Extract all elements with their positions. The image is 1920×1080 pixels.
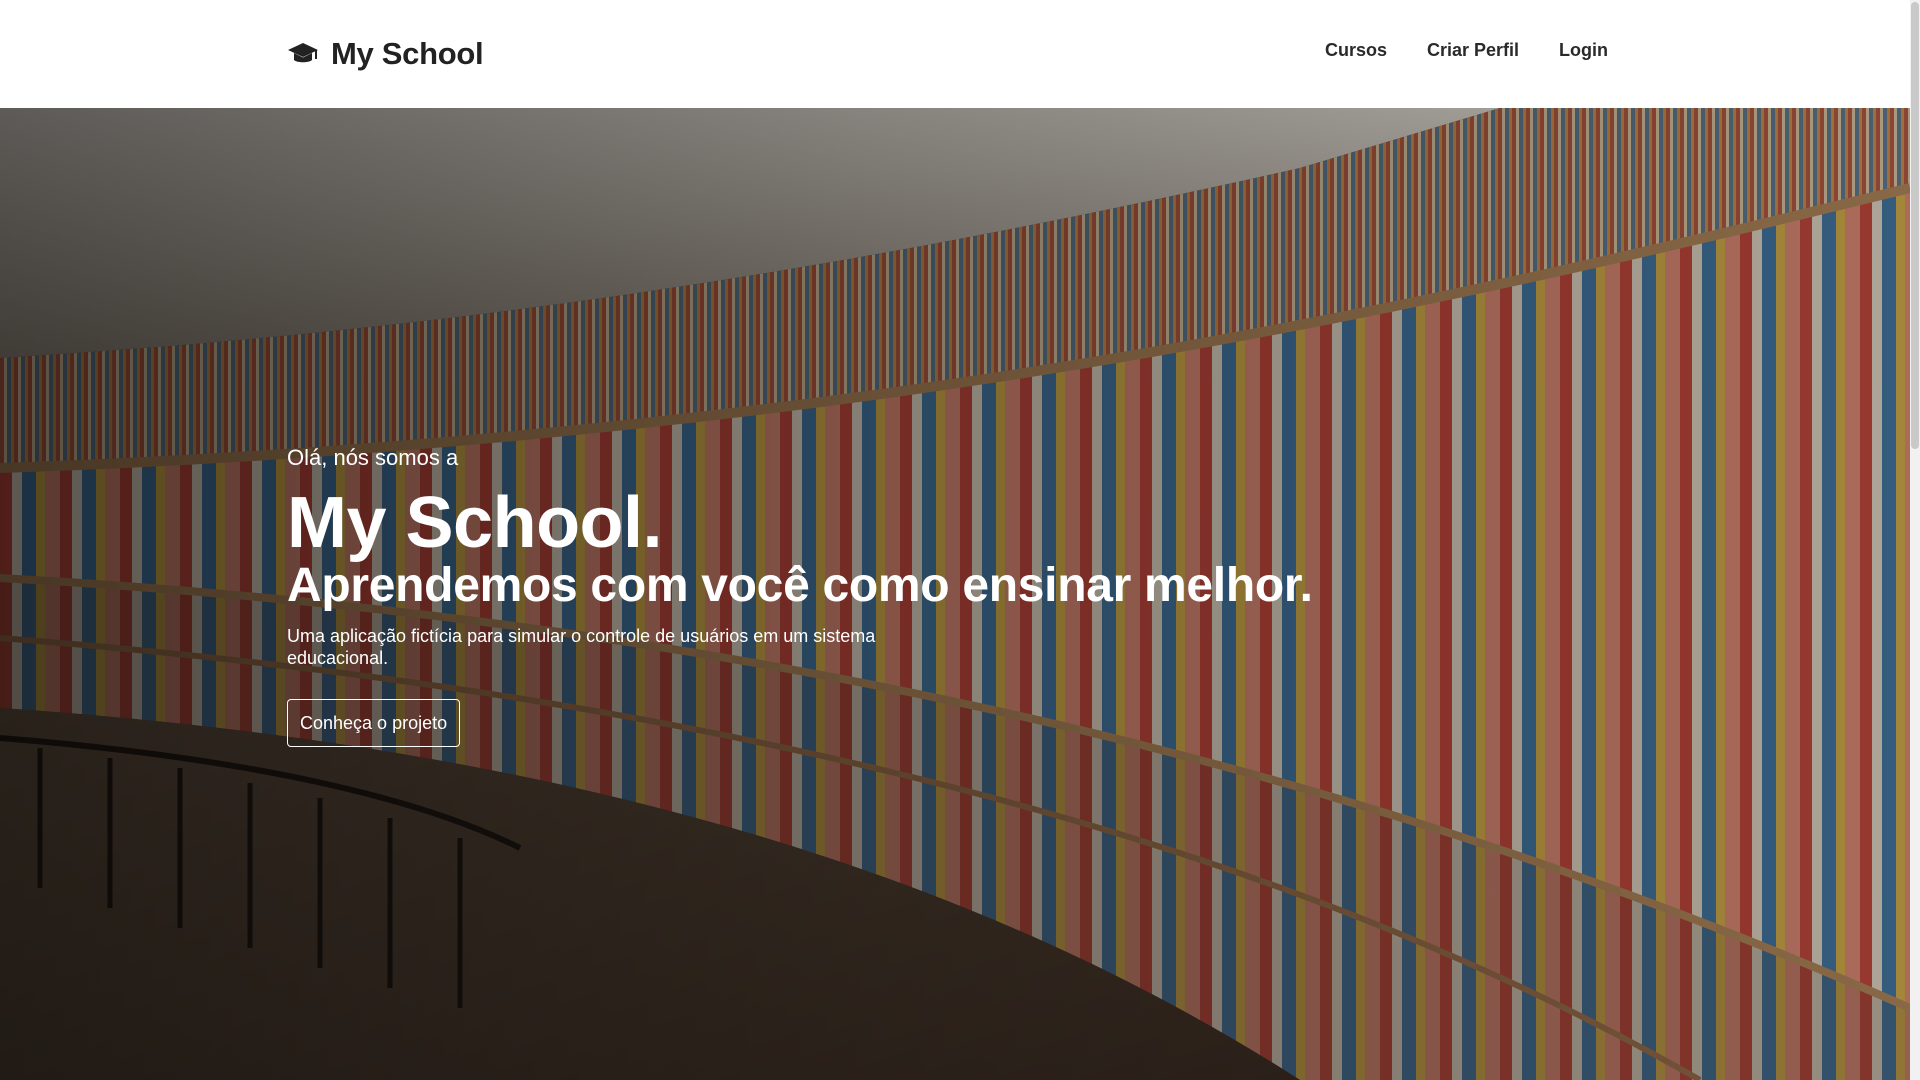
conheca-projeto-button[interactable]: Conheça o projeto	[287, 699, 461, 747]
site-header: My School Cursos Criar Perfil Login	[0, 0, 1910, 108]
hero-content: Olá, nós somos a My School. Aprendemos c…	[287, 443, 1387, 747]
scrollbar-thumb[interactable]	[1911, 2, 1919, 449]
hero-section: Olá, nós somos a My School. Aprendemos c…	[0, 108, 1910, 1080]
nav-item-cursos[interactable]: Cursos	[1325, 40, 1387, 61]
hero-greeting: Olá, nós somos a	[287, 445, 459, 470]
graduation-cap-icon	[288, 43, 318, 63]
hero-title: My School.	[287, 483, 663, 563]
brand-logo-link[interactable]: My School	[287, 34, 484, 74]
brand-name: My School	[331, 36, 484, 71]
nav-item-login[interactable]: Login	[1559, 40, 1608, 61]
hero-subtitle: Aprendemos com você como ensinar melhor.	[287, 559, 1313, 612]
main-nav: Cursos Criar Perfil Login	[1325, 40, 1608, 61]
page-scrollbar[interactable]	[1910, 0, 1920, 1080]
hero-description: Uma aplicação fictícia para simular o co…	[287, 626, 876, 668]
nav-item-criar-perfil[interactable]: Criar Perfil	[1427, 40, 1519, 61]
